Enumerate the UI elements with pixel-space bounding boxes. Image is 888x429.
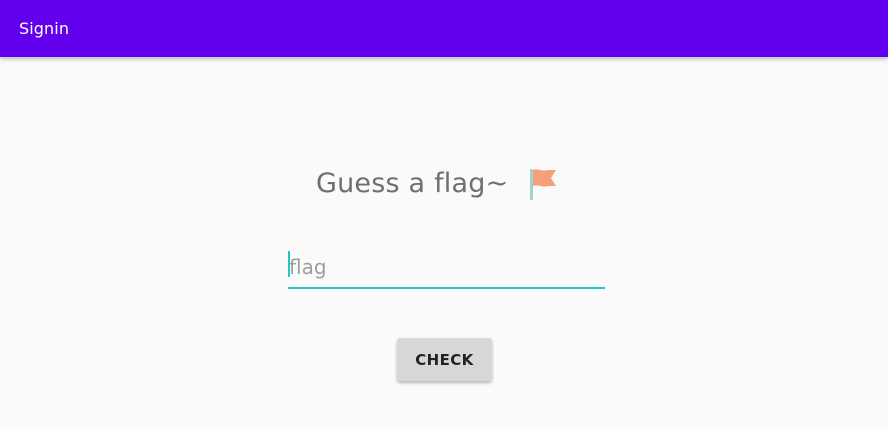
flag-icon: [528, 166, 558, 202]
guess-flag-headline: Guess a flag~: [316, 168, 509, 199]
app-bar: Signin: [0, 0, 888, 57]
headline-row: Guess a flag~: [316, 162, 558, 206]
signin-content: Guess a flag~ CHECK: [0, 57, 888, 429]
flag-input-wrapper: [288, 247, 605, 293]
flag-input[interactable]: [288, 247, 605, 289]
app-title: Signin: [19, 19, 70, 38]
check-button[interactable]: CHECK: [397, 338, 492, 381]
text-cursor: [288, 251, 290, 277]
